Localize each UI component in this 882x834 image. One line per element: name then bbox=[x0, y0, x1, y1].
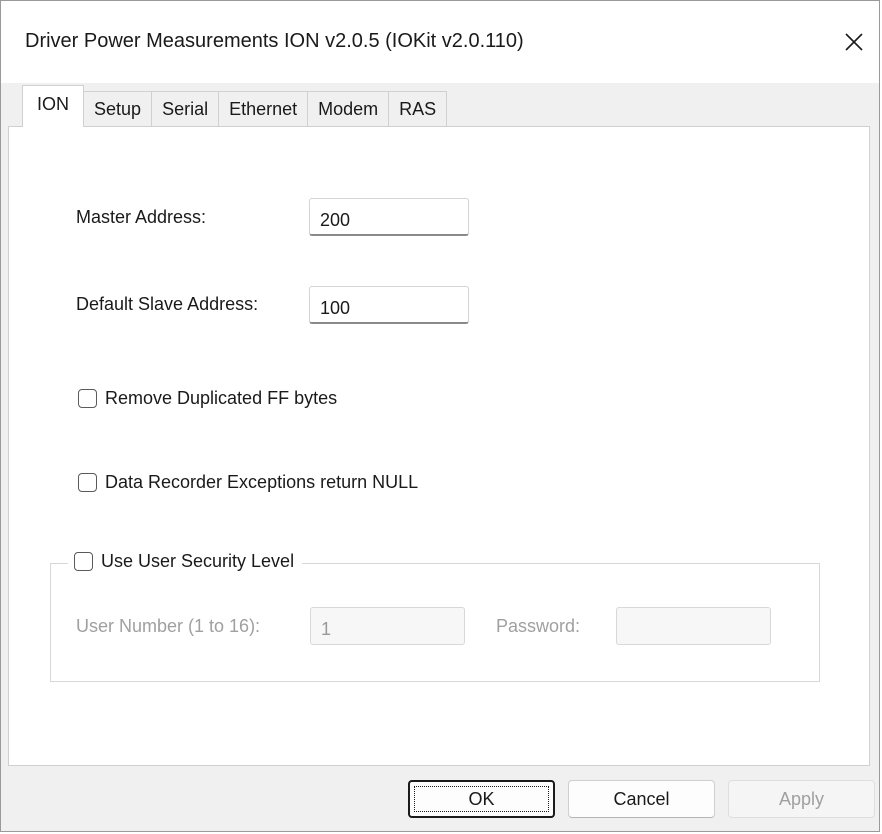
user-number-input[interactable] bbox=[310, 607, 465, 645]
tab-ion[interactable]: ION bbox=[22, 85, 85, 127]
cancel-button[interactable]: Cancel bbox=[568, 780, 715, 818]
window-title: Driver Power Measurements ION v2.0.5 (IO… bbox=[25, 30, 524, 52]
close-button[interactable] bbox=[835, 23, 873, 61]
data-recorder-null-label: Data Recorder Exceptions return NULL bbox=[105, 472, 419, 492]
remove-duplicated-ff-label: Remove Duplicated FF bytes bbox=[105, 388, 338, 408]
data-recorder-null-checkbox[interactable] bbox=[78, 473, 97, 492]
remove-duplicated-ff-checkbox[interactable] bbox=[78, 389, 97, 408]
use-user-security-checkbox-row[interactable]: Use User Security Level bbox=[74, 551, 294, 572]
tab-serial[interactable]: Serial bbox=[151, 91, 220, 127]
security-group-legend: Use User Security Level bbox=[68, 551, 303, 572]
apply-button[interactable]: Apply bbox=[728, 780, 875, 818]
master-address-input[interactable] bbox=[309, 198, 469, 236]
password-input[interactable] bbox=[616, 607, 771, 645]
password-label: Password: bbox=[496, 616, 581, 636]
default-slave-address-label: Default Slave Address: bbox=[76, 294, 259, 314]
cancel-button-label: Cancel bbox=[613, 788, 670, 809]
master-address-label: Master Address: bbox=[76, 207, 207, 227]
use-user-security-label: Use User Security Level bbox=[101, 551, 295, 571]
title-bar: Driver Power Measurements ION v2.0.5 (IO… bbox=[1, 1, 879, 83]
tab-setup[interactable]: Setup bbox=[83, 91, 153, 127]
data-recorder-null-checkbox-row[interactable]: Data Recorder Exceptions return NULL bbox=[78, 472, 418, 493]
default-slave-address-input[interactable] bbox=[309, 286, 469, 324]
ok-button[interactable]: OK bbox=[408, 780, 555, 818]
remove-duplicated-ff-checkbox-row[interactable]: Remove Duplicated FF bytes bbox=[78, 388, 337, 409]
tab-ras[interactable]: RAS bbox=[388, 91, 448, 127]
apply-button-label: Apply bbox=[778, 788, 825, 809]
focus-ring bbox=[414, 786, 549, 812]
user-number-label: User Number (1 to 16): bbox=[76, 616, 261, 636]
use-user-security-checkbox[interactable] bbox=[74, 552, 93, 571]
tab-strip: ION Setup Serial Ethernet Modem RAS bbox=[22, 85, 448, 127]
tab-modem[interactable]: Modem bbox=[307, 91, 390, 127]
close-icon bbox=[845, 33, 863, 51]
tab-ethernet[interactable]: Ethernet bbox=[218, 91, 309, 127]
